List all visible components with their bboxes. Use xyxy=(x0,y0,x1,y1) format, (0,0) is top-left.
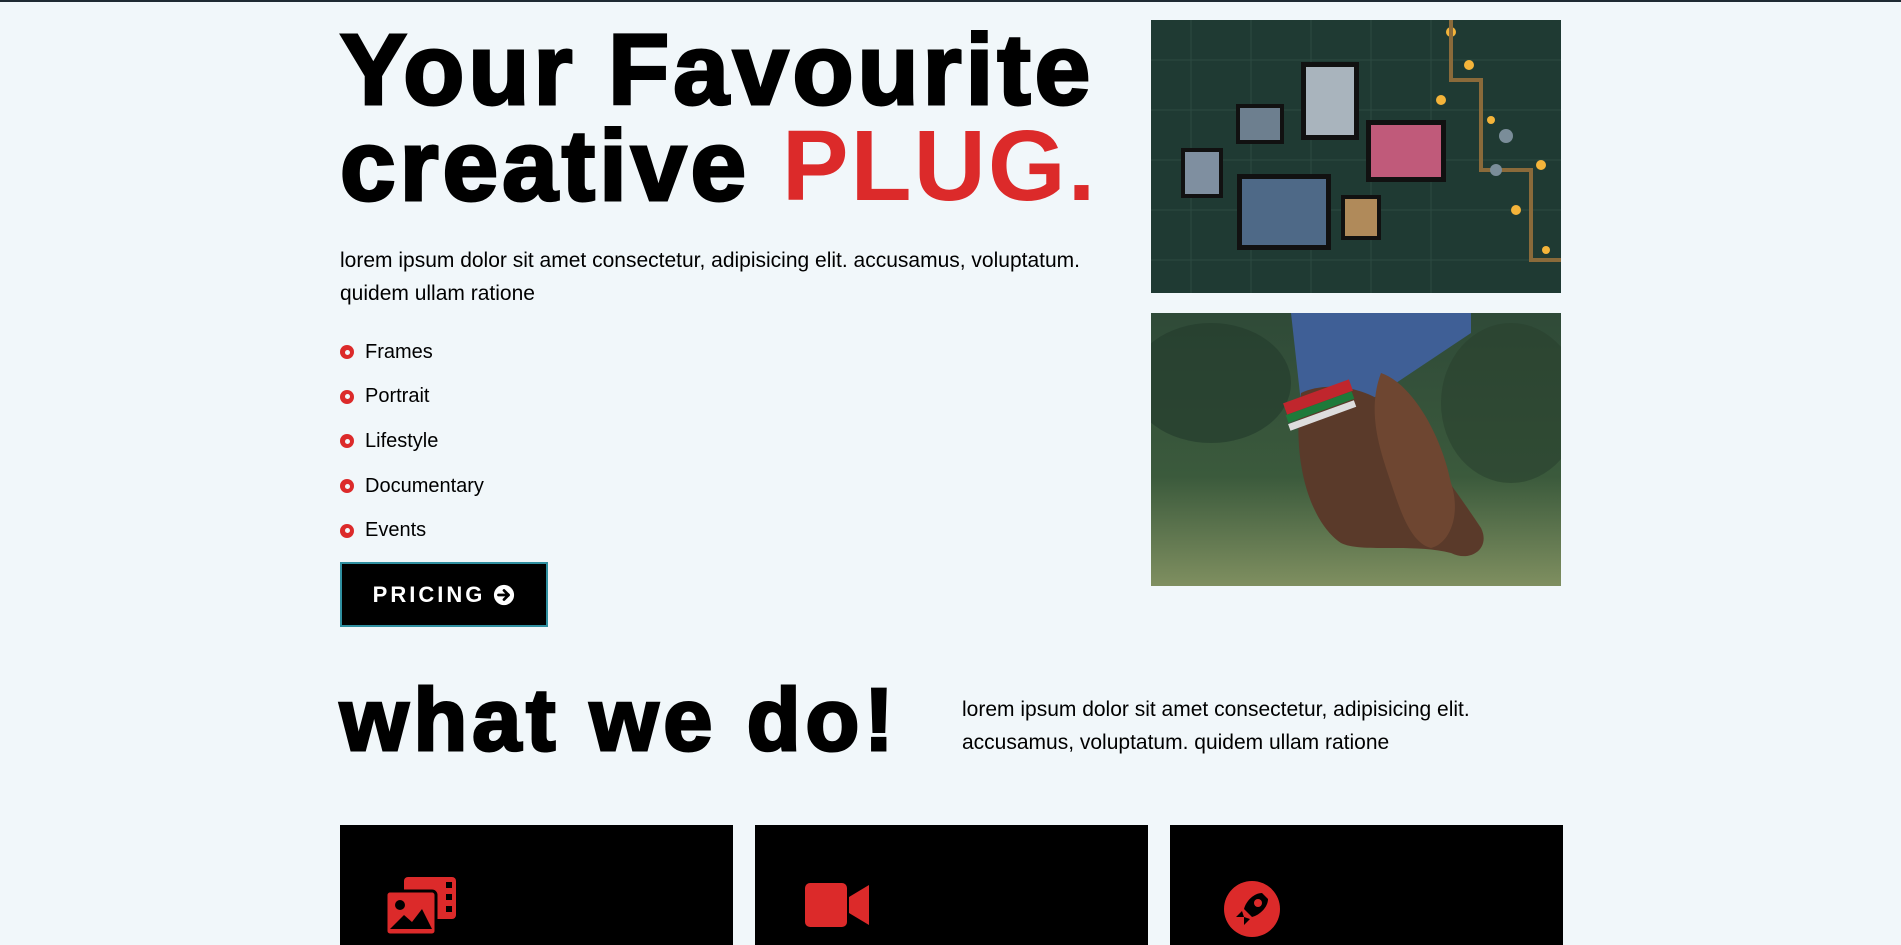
list-item: Frames xyxy=(340,330,484,375)
service-card-photos[interactable] xyxy=(340,825,733,945)
service-label: Portrait xyxy=(365,385,430,408)
services-list: Frames Portrait Lifestyle Documentary Ev… xyxy=(340,330,484,553)
service-card-video[interactable] xyxy=(755,825,1148,945)
list-item: Documentary xyxy=(340,464,484,509)
video-camera-icon xyxy=(805,883,869,927)
gallery-frames-image xyxy=(1151,20,1561,293)
list-item: Events xyxy=(340,508,484,553)
service-label: Documentary xyxy=(365,474,484,497)
images-icon xyxy=(386,877,456,935)
rocket-icon xyxy=(1224,881,1280,937)
service-label: Events xyxy=(365,519,427,542)
holding-hands-image xyxy=(1151,313,1561,586)
pricing-button-label: PRICING xyxy=(372,581,486,607)
service-cards xyxy=(340,825,1563,945)
hero-title-accent: PLUG. xyxy=(781,110,1098,222)
service-label: Lifestyle xyxy=(365,429,439,452)
bullet-circle-icon xyxy=(340,523,354,538)
hero-title: Your Favourite creative PLUG. xyxy=(338,19,1097,218)
arrow-circle-right-icon xyxy=(494,584,515,605)
bullet-circle-icon xyxy=(340,389,354,404)
service-label: Frames xyxy=(365,340,433,363)
bullet-circle-icon xyxy=(340,345,354,360)
section-title: what we do! xyxy=(339,669,899,771)
bullet-circle-icon xyxy=(340,434,354,449)
section-description: lorem ipsum dolor sit amet consectetur, … xyxy=(962,698,1470,754)
bullet-circle-icon xyxy=(340,479,354,494)
hero-title-line2: creative xyxy=(339,110,782,222)
list-item: Lifestyle xyxy=(340,419,484,464)
list-item: Portrait xyxy=(340,375,484,420)
service-card-launch[interactable] xyxy=(1170,825,1563,945)
pricing-button[interactable]: PRICING xyxy=(340,562,548,627)
hero-description: lorem ipsum dolor sit amet consectetur, … xyxy=(340,249,1080,305)
